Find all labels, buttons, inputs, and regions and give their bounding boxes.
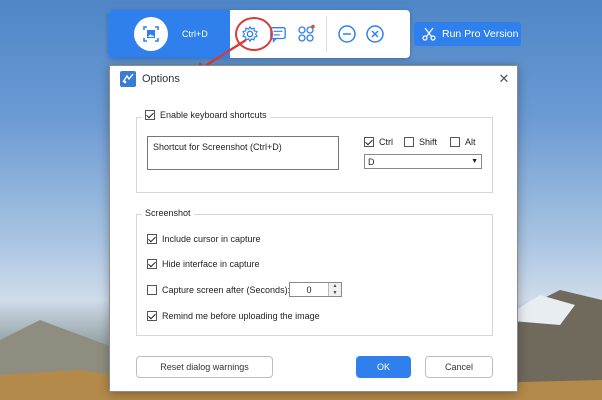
ctrl-label: Ctrl xyxy=(379,137,393,147)
chevron-down-icon: ▼ xyxy=(471,158,478,165)
shift-checkbox[interactable] xyxy=(404,137,414,147)
include-cursor-checkbox[interactable] xyxy=(147,234,157,244)
capture-after-label: Capture screen after (Seconds): xyxy=(162,285,291,295)
shortcut-field-text: Shortcut for Screenshot (Ctrl+D) xyxy=(153,142,282,152)
stepper-down-icon[interactable]: ▼ xyxy=(329,289,341,296)
ctrl-checkbox-row[interactable]: Ctrl xyxy=(364,137,393,147)
run-pro-label: Run Pro Version xyxy=(442,28,519,40)
remind-checkbox[interactable] xyxy=(147,311,157,321)
dialog-titlebar: Options ✕ xyxy=(110,66,517,92)
screenshot-legend-text: Screenshot xyxy=(145,208,191,218)
scissors-icon xyxy=(422,27,436,41)
hide-interface-label: Hide interface in capture xyxy=(162,259,260,269)
capture-delay-value: 0 xyxy=(306,284,312,295)
minimize-icon[interactable] xyxy=(334,21,360,47)
close-icon[interactable]: ✕ xyxy=(497,71,511,86)
enable-shortcuts-label: Enable keyboard shortcuts xyxy=(160,110,267,120)
shortcut-key-select[interactable]: D ▼ xyxy=(364,154,482,169)
remind-row[interactable]: Remind me before uploading the image xyxy=(147,311,320,321)
hide-interface-checkbox[interactable] xyxy=(147,259,157,269)
options-dialog: Options ✕ Enable keyboard shortcuts Shor… xyxy=(109,65,518,392)
ctrl-checkbox[interactable] xyxy=(364,137,374,147)
alt-label: Alt xyxy=(465,137,476,147)
capture-after-row[interactable]: Capture screen after (Seconds): xyxy=(147,285,290,295)
alt-checkbox[interactable] xyxy=(450,137,460,147)
close-circle-icon[interactable] xyxy=(362,21,388,47)
remind-label: Remind me before uploading the image xyxy=(162,311,320,321)
shortcut-field[interactable]: Shortcut for Screenshot (Ctrl+D) xyxy=(147,136,339,170)
dialog-title: Options xyxy=(142,73,180,85)
enable-shortcuts-checkbox-row[interactable]: Enable keyboard shortcuts xyxy=(142,110,270,120)
shift-checkbox-row[interactable]: Shift xyxy=(404,137,437,147)
app-icon xyxy=(120,71,136,87)
screenshot-icon xyxy=(134,17,168,51)
shortcut-key-value: D xyxy=(368,156,375,167)
capture-after-checkbox[interactable] xyxy=(147,285,157,295)
cancel-button[interactable]: Cancel xyxy=(425,356,493,378)
run-pro-button[interactable]: Run Pro Version xyxy=(414,22,521,46)
enable-shortcuts-checkbox[interactable] xyxy=(145,110,155,120)
shift-label: Shift xyxy=(419,137,438,147)
alt-checkbox-row[interactable]: Alt xyxy=(450,137,476,147)
cancel-label: Cancel xyxy=(444,362,473,372)
reset-warnings-label: Reset dialog warnings xyxy=(160,362,249,372)
capture-delay-stepper[interactable]: 0 ▲ ▼ xyxy=(289,282,342,297)
hide-interface-row[interactable]: Hide interface in capture xyxy=(147,259,260,269)
stepper-buttons[interactable]: ▲ ▼ xyxy=(328,283,341,296)
reset-warnings-button[interactable]: Reset dialog warnings xyxy=(136,356,273,378)
ok-label: OK xyxy=(376,362,390,372)
include-cursor-label: Include cursor in capture xyxy=(162,234,261,244)
screenshot-legend: Screenshot xyxy=(142,208,194,218)
ok-button[interactable]: OK xyxy=(356,356,411,378)
butterfly-icon[interactable] xyxy=(293,21,319,47)
include-cursor-row[interactable]: Include cursor in capture xyxy=(147,234,261,244)
